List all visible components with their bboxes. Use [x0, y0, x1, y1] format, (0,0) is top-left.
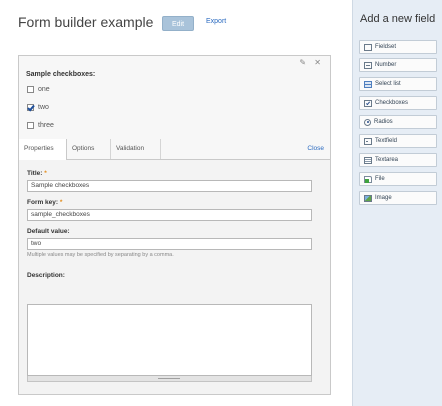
radios-icon: [364, 118, 371, 126]
properties-form: Title: * Sample checkboxes Form key: * s…: [19, 160, 330, 394]
form-key-field-label: Form key: *: [27, 199, 63, 206]
close-link[interactable]: Close: [307, 139, 324, 159]
default-value-field-label: Default value:: [27, 228, 70, 235]
field-type-label: File: [375, 176, 385, 182]
checkbox-icon[interactable]: [27, 85, 34, 93]
image-icon: [364, 194, 372, 202]
add-select-list-button[interactable]: Select list: [359, 77, 437, 91]
settings-tabs: Properties Options Validation Close: [19, 139, 330, 160]
textfield-icon: [364, 137, 372, 145]
add-textfield-button[interactable]: Textfield: [359, 134, 437, 148]
checkboxes-icon: [364, 99, 372, 107]
checkbox-option-two[interactable]: two: [27, 102, 49, 112]
field-type-label: Image: [375, 195, 392, 201]
checkbox-option-label: three: [38, 121, 54, 129]
checkbox-option-one[interactable]: one: [27, 84, 50, 94]
edit-button[interactable]: Edit: [162, 16, 194, 31]
file-icon: [364, 175, 372, 183]
field-preview-title: Sample checkboxes:: [26, 71, 96, 78]
tab-validation[interactable]: Validation: [111, 139, 161, 159]
add-fieldset-button[interactable]: Fieldset: [359, 40, 437, 54]
export-link[interactable]: Export: [206, 18, 226, 25]
select-list-icon: [364, 80, 372, 88]
checkbox-option-label: one: [38, 85, 50, 93]
form-key-input[interactable]: sample_checkboxes: [27, 209, 312, 221]
tab-options[interactable]: Options: [67, 139, 111, 159]
field-type-label: Number: [375, 62, 397, 68]
required-marker: *: [44, 170, 47, 177]
sidebar-title: Add a new field: [360, 13, 436, 25]
field-type-label: Textarea: [375, 157, 399, 163]
add-field-sidebar: Add a new field Fieldset Number Select l…: [352, 0, 442, 406]
title-field-label: Title: *: [27, 170, 47, 177]
add-file-button[interactable]: File: [359, 172, 437, 186]
field-type-label: Textfield: [375, 138, 398, 144]
default-value-help-text: Multiple values may be specified by sepa…: [27, 252, 174, 258]
add-number-button[interactable]: Number: [359, 58, 437, 72]
checkbox-option-three[interactable]: three: [27, 120, 54, 130]
description-field-label: Description:: [27, 272, 65, 279]
field-type-label: Radios: [374, 119, 393, 125]
textarea-icon: [364, 156, 372, 164]
textarea-resize-handle[interactable]: [27, 376, 312, 382]
description-textarea[interactable]: [27, 304, 312, 376]
checkbox-option-label: two: [38, 103, 49, 111]
add-image-button[interactable]: Image: [359, 191, 437, 205]
field-type-label: Checkboxes: [375, 100, 409, 106]
form-builder-panel: ✎ ✕ Sample checkboxes: one two three Pro…: [18, 55, 331, 395]
form-builder-app: Form builder example Edit Export ✎ ✕ Sam…: [0, 0, 442, 406]
add-checkboxes-button[interactable]: Checkboxes: [359, 96, 437, 110]
page-title: Form builder example: [18, 14, 154, 30]
title-input[interactable]: Sample checkboxes: [27, 180, 312, 192]
required-marker: *: [59, 199, 63, 206]
field-type-label: Fieldset: [375, 44, 397, 50]
tab-properties[interactable]: Properties: [19, 139, 67, 160]
checked-checkbox-icon[interactable]: [27, 103, 34, 111]
field-type-label: Select list: [375, 81, 401, 87]
number-icon: [364, 61, 372, 69]
default-value-input[interactable]: two: [27, 238, 312, 250]
field-tools[interactable]: ✎ ✕: [299, 58, 324, 67]
add-radios-button[interactable]: Radios: [359, 115, 437, 129]
fieldset-icon: [364, 43, 372, 51]
checkbox-icon[interactable]: [27, 121, 34, 129]
add-textarea-button[interactable]: Textarea: [359, 153, 437, 167]
